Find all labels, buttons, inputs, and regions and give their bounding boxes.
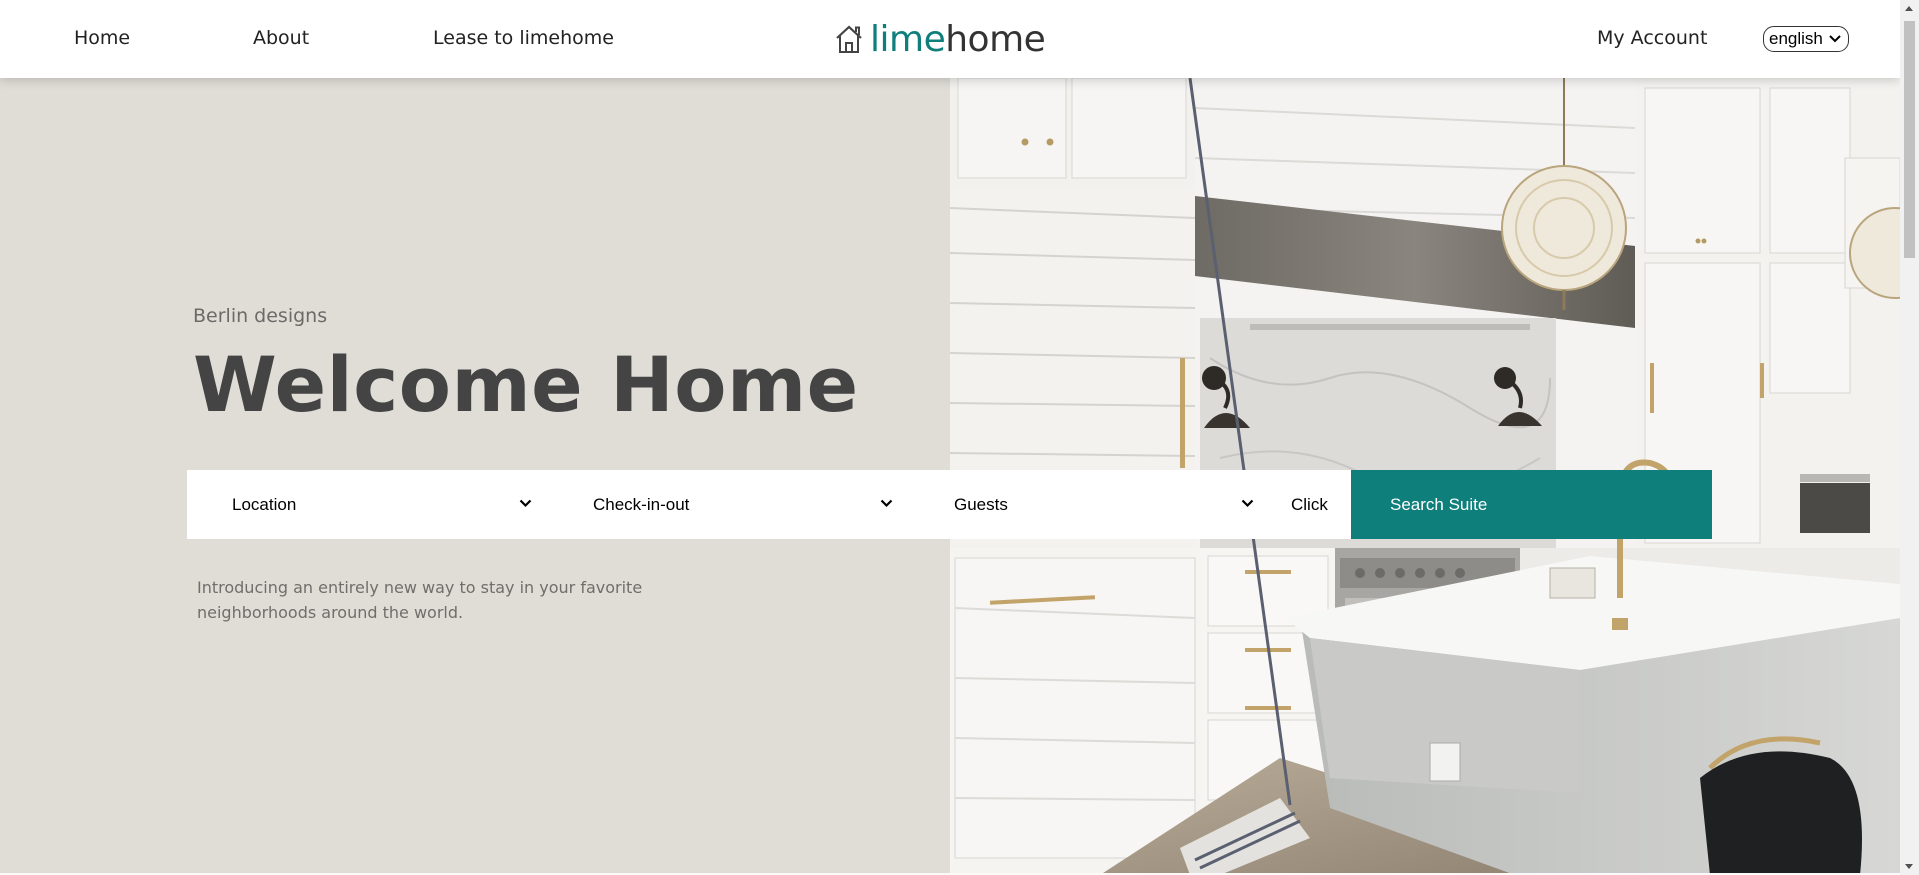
guests-select[interactable]: Guests	[954, 470, 1254, 539]
house-icon	[836, 25, 862, 53]
location-select[interactable]: Location	[232, 470, 532, 539]
chevron-down-icon	[1829, 35, 1841, 43]
check-in-out-select-value: Check-in-out	[593, 494, 690, 514]
scroll-up-arrow-icon[interactable]	[1905, 6, 1913, 11]
logo-text-home: home	[945, 18, 1046, 60]
top-navigation-bar: Home About Lease to limehome limehome My…	[0, 0, 1900, 78]
page-scrollbar[interactable]	[1900, 0, 1919, 875]
chevron-down-icon	[1241, 499, 1254, 508]
check-in-out-select[interactable]: Check-in-out	[593, 470, 893, 539]
click-label: Click	[1291, 495, 1328, 514]
guests-select-value: Guests	[954, 494, 1008, 514]
scrollbar-thumb[interactable]	[1904, 21, 1915, 258]
hero-title: Welcome Home	[193, 340, 859, 429]
hero-intro-text: Introducing an entirely new way to stay …	[197, 578, 643, 622]
suite-search-bar: Location Check-in-out Guests Click	[187, 470, 1351, 539]
language-select-value: english	[1769, 29, 1823, 48]
language-select[interactable]: english	[1763, 26, 1849, 52]
scroll-down-arrow-icon[interactable]	[1905, 864, 1913, 869]
limehome-logo[interactable]: limehome	[834, 18, 1046, 60]
logo-text-lime: lime	[870, 18, 946, 60]
my-account-link[interactable]: My Account	[1597, 27, 1707, 49]
search-suite-button[interactable]: Search Suite	[1351, 470, 1712, 539]
chevron-down-icon	[880, 499, 893, 508]
hero-subtitle: Berlin designs	[193, 305, 328, 327]
nav-lease-link[interactable]: Lease to limehome	[433, 27, 614, 49]
nav-about-link[interactable]: About	[253, 27, 309, 49]
chevron-down-icon	[519, 499, 532, 508]
location-select-value: Location	[232, 494, 297, 514]
nav-home-link[interactable]: Home	[74, 27, 130, 49]
